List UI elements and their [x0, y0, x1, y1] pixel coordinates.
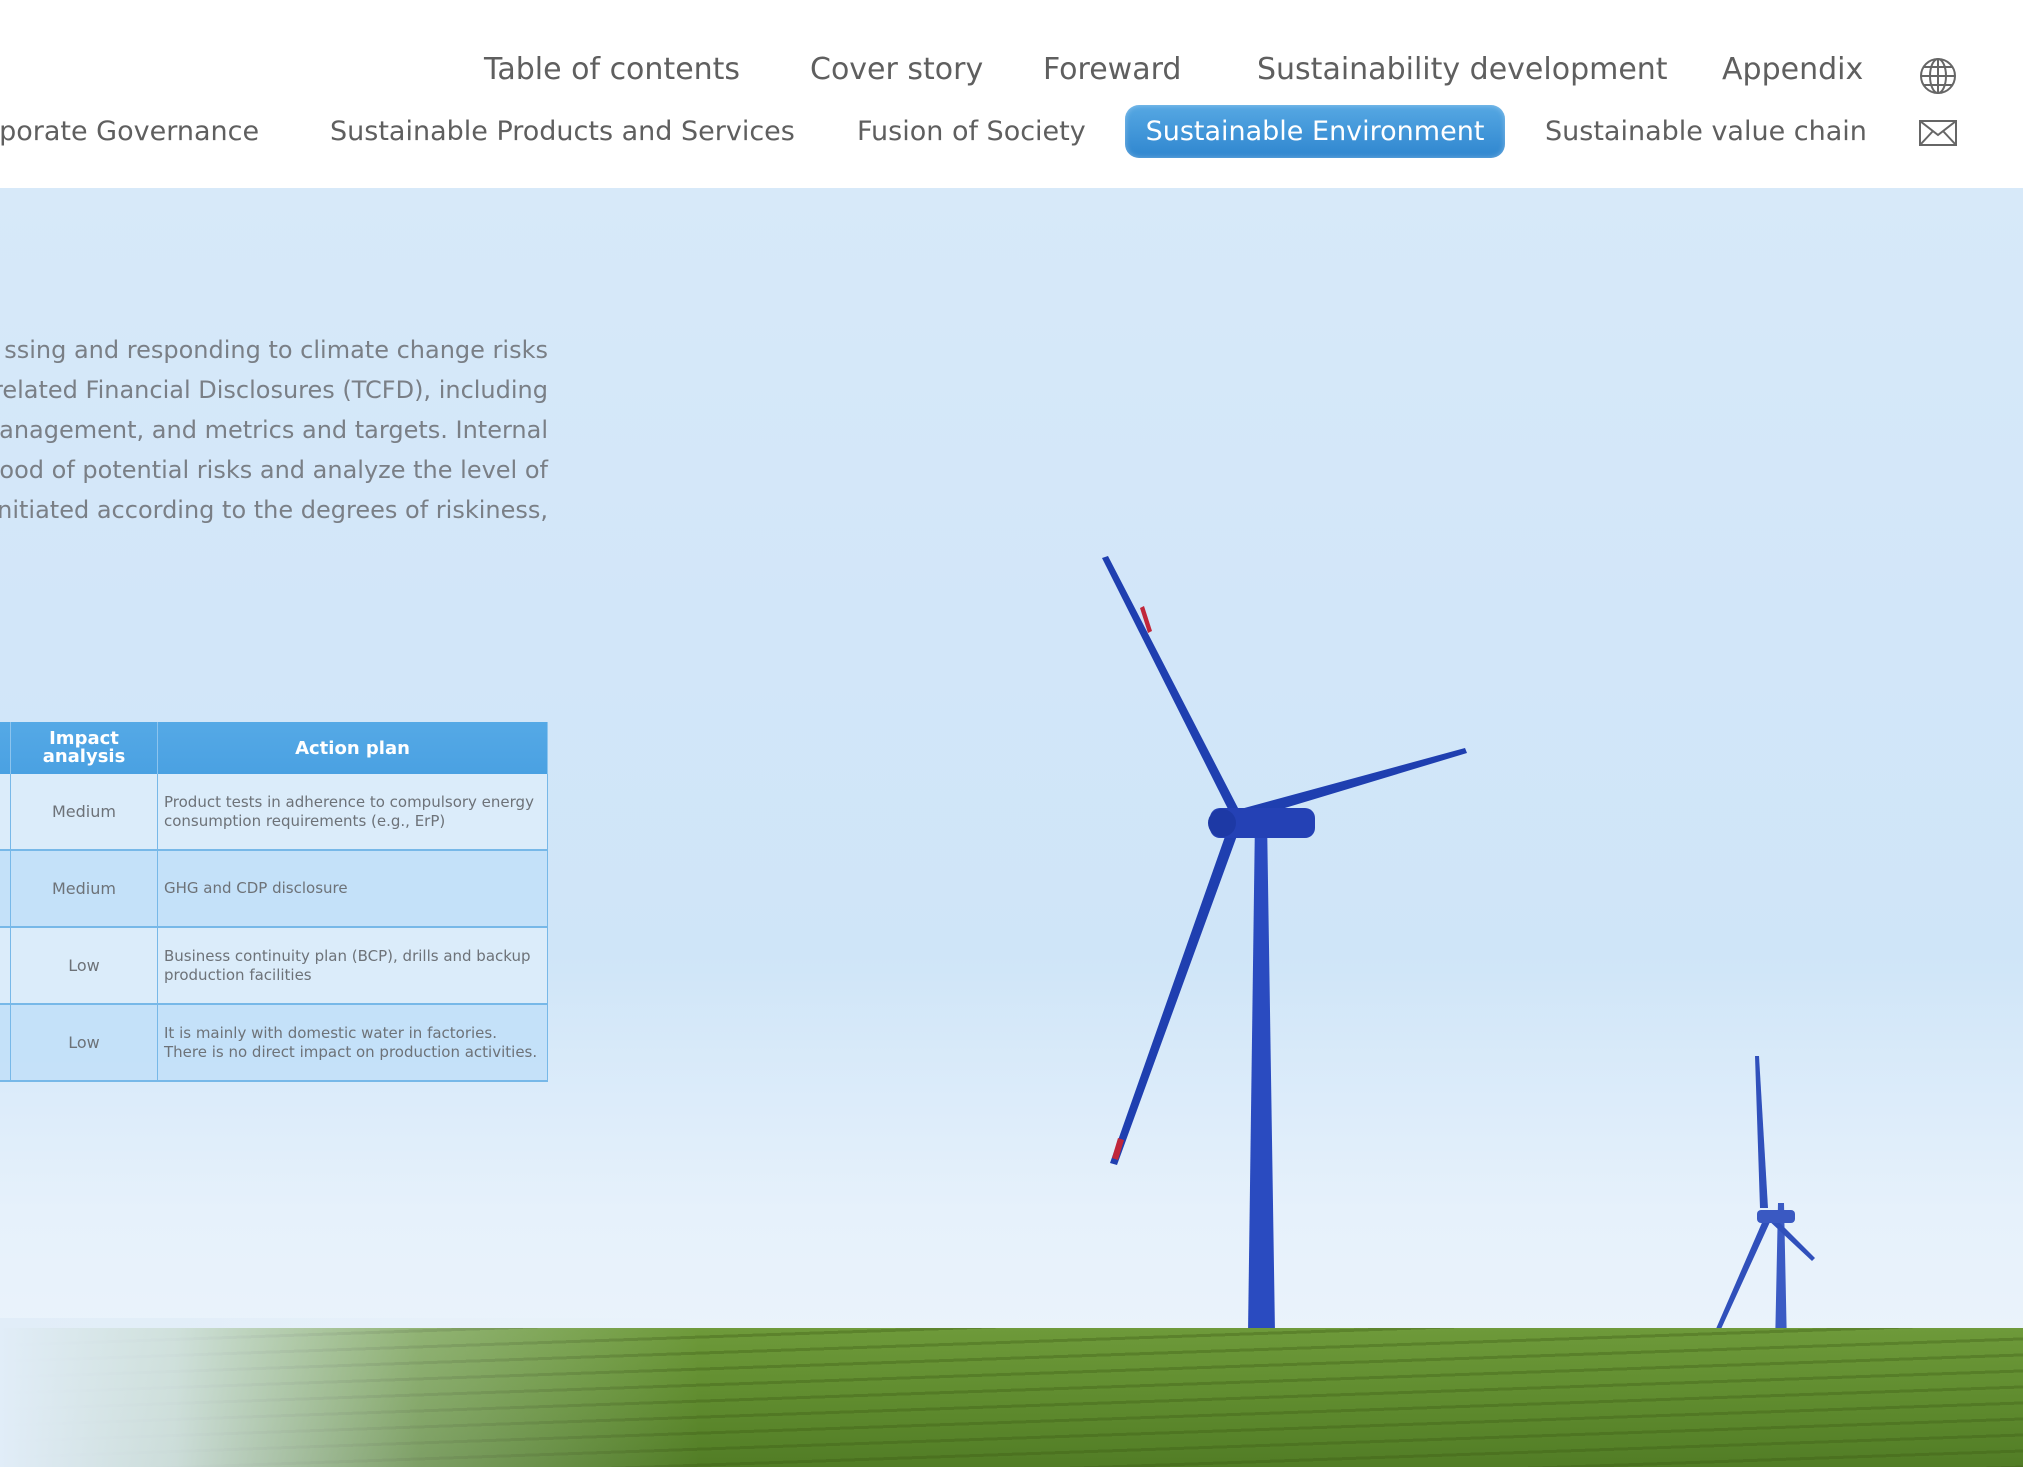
paragraph-line: ssing and responding to climate change r…: [4, 336, 548, 364]
intro-paragraph: ssing and responding to climate change r…: [0, 330, 548, 530]
paragraph-line: initiated according to the degrees of ri…: [0, 496, 548, 524]
impact-level: Medium: [10, 774, 158, 851]
nav-sustainability-development[interactable]: Sustainability development: [1257, 52, 1668, 87]
table-row: Low Business continuity plan (BCP), dril…: [0, 927, 548, 1005]
nav-cover-story[interactable]: Cover story: [810, 52, 983, 87]
action-plan-text: GHG and CDP disclosure: [157, 850, 548, 928]
action-plan-text: It is mainly with domestic water in fact…: [157, 1004, 548, 1082]
top-navigation: Table of contents Cover story Foreward S…: [0, 0, 2023, 188]
nav-sustainable-products-services[interactable]: Sustainable Products and Services: [330, 116, 795, 147]
table-row: Medium Product tests in adherence to com…: [0, 774, 548, 851]
nav-fusion-of-society[interactable]: Fusion of Society: [857, 116, 1086, 147]
nav-sustainable-value-chain[interactable]: Sustainable value chain: [1545, 116, 1867, 147]
impact-level: Low: [10, 927, 158, 1005]
climate-risk-table: Impact analysis Action plan Medium Produ…: [0, 722, 548, 1082]
paragraph-line: anagement, and metrics and targets. Inte…: [0, 416, 548, 444]
nav-sustainable-environment-active[interactable]: Sustainable Environment: [1125, 105, 1505, 158]
impact-level: Medium: [10, 850, 158, 928]
header-action-plan: Action plan: [157, 722, 548, 774]
action-plan-text: Business continuity plan (BCP), drills a…: [157, 927, 548, 1005]
nav-appendix[interactable]: Appendix: [1722, 52, 1863, 87]
nav-foreward[interactable]: Foreward: [1043, 52, 1181, 87]
table-row: Medium GHG and CDP disclosure: [0, 850, 548, 928]
header-impact-analysis: Impact analysis: [10, 722, 158, 774]
paragraph-line: ood of potential risks and analyze the l…: [0, 456, 548, 484]
paragraph-line: related Financial Disclosures (TCFD), in…: [0, 376, 548, 404]
action-plan-text: Product tests in adherence to compulsory…: [157, 774, 548, 851]
nav-table-of-contents[interactable]: Table of contents: [484, 52, 740, 87]
hero-section: ssing and responding to climate change r…: [0, 188, 2023, 1467]
small-wind-turbine: [1712, 1056, 1815, 1348]
mail-icon[interactable]: [1918, 118, 1958, 152]
large-wind-turbine: [1102, 556, 1467, 1333]
table-row: Low It is mainly with domestic water in …: [0, 1004, 548, 1082]
impact-level: Low: [10, 1004, 158, 1082]
nav-corporate-governance[interactable]: rporate Governance: [0, 116, 259, 147]
table-header-row: Impact analysis Action plan: [0, 722, 548, 774]
globe-icon[interactable]: [1918, 56, 1958, 100]
